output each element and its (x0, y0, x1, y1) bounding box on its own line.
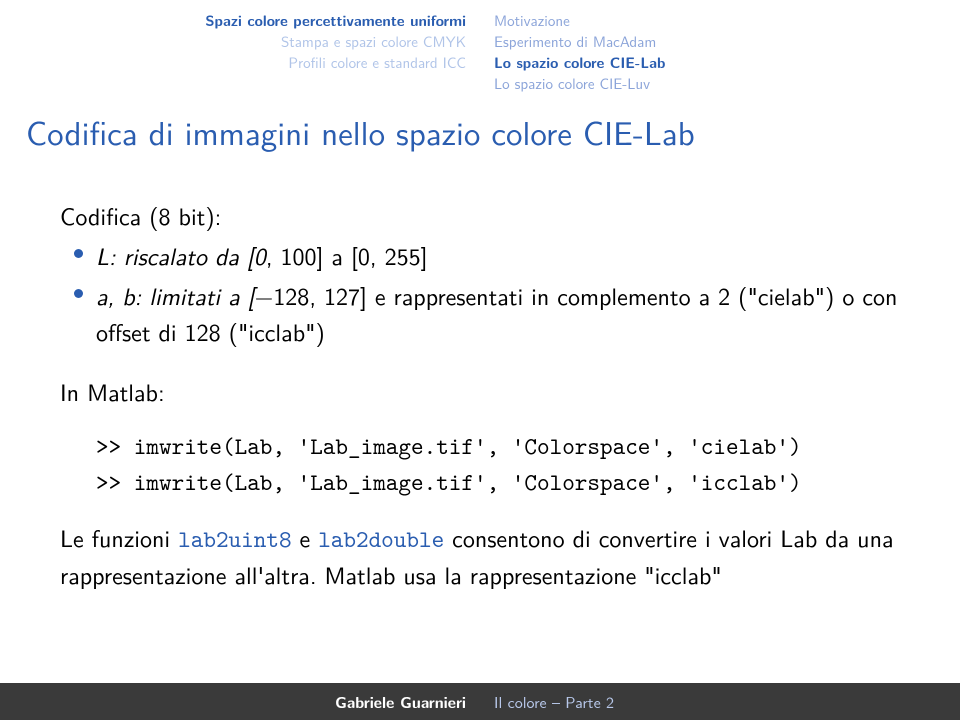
code-block: >> imwrite(Lab, 'Lab_image.tif', 'Colors… (96, 428, 900, 500)
header: Spazi colore percettivamente uniformi St… (0, 0, 960, 102)
text: 128 (273, 278, 309, 313)
text: , 255] (370, 238, 428, 273)
footer-title: Il colore – Parte 2 (480, 683, 960, 720)
func-ref: lab2uint8 (178, 523, 291, 555)
bullet-item: a, b: limitati a [−128, 127] e rappresen… (96, 278, 900, 350)
nav-left: Spazi colore percettivamente uniformi St… (0, 0, 480, 102)
nav-right-item[interactable]: Lo spazio colore CIE-Luv (494, 73, 946, 94)
text: Le funzioni (60, 520, 178, 555)
text: e (292, 520, 319, 555)
nav-left-item[interactable]: Stampa e spazi colore CMYK (14, 31, 466, 52)
nav-left-item[interactable]: Profili colore e standard ICC (14, 52, 466, 73)
nav-right-item[interactable]: Esperimento di MacAdam (494, 31, 946, 52)
bullet-item: L: riscalato da [0, 100] a [0, 255] (96, 238, 900, 274)
lead-text: Codifica (8 bit): (60, 198, 900, 234)
slide-title: Codifica di immagini nello spazio colore… (0, 102, 960, 174)
nav-right-item[interactable]: Lo spazio colore CIE-Lab (494, 52, 946, 73)
text: L: riscalato da [0 (96, 238, 266, 273)
text: − (255, 278, 274, 313)
content: Codifica (8 bit): L: riscalato da [0, 10… (0, 174, 960, 683)
text: , 100] a [0 (266, 238, 370, 273)
in-matlab: In Matlab: (60, 374, 900, 410)
nav-right-item[interactable]: Motivazione (494, 10, 946, 31)
text: a, b: limitati a [ (96, 278, 255, 313)
code-line: >> imwrite(Lab, 'Lab_image.tif', 'Colors… (96, 464, 900, 500)
paragraph: Le funzioni lab2uint8 e lab2double conse… (60, 520, 900, 593)
footer-author: Gabriele Guarnieri (0, 683, 480, 720)
nav-right: Motivazione Esperimento di MacAdam Lo sp… (480, 0, 960, 102)
code-line: >> imwrite(Lab, 'Lab_image.tif', 'Colors… (96, 428, 900, 464)
slide: Spazi colore percettivamente uniformi St… (0, 0, 960, 720)
nav-left-item[interactable]: Spazi colore percettivamente uniformi (14, 10, 466, 31)
func-ref: lab2double (318, 523, 444, 555)
footer: Gabriele Guarnieri Il colore – Parte 2 (0, 683, 960, 720)
